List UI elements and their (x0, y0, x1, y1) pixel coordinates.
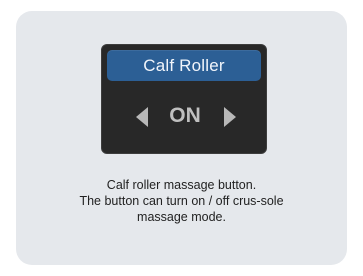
calf-roller-title: Calf Roller (107, 50, 261, 81)
description-line-3: massage mode. (137, 210, 226, 224)
description-line-1: Calf roller massage button. (106, 178, 257, 192)
toggle-row: ON (102, 88, 266, 144)
left-triangle-icon[interactable] (133, 105, 153, 129)
toggle-state-label[interactable]: ON (157, 100, 213, 132)
description-text: Calf roller massage button. The button c… (36, 177, 327, 225)
info-card: Calf Roller ON Calf roller massage butto… (16, 11, 347, 265)
calf-roller-control: Calf Roller ON (101, 44, 267, 154)
right-triangle-icon[interactable] (219, 105, 239, 129)
description-line-2: The button can turn on / off crus-sole (79, 194, 284, 208)
